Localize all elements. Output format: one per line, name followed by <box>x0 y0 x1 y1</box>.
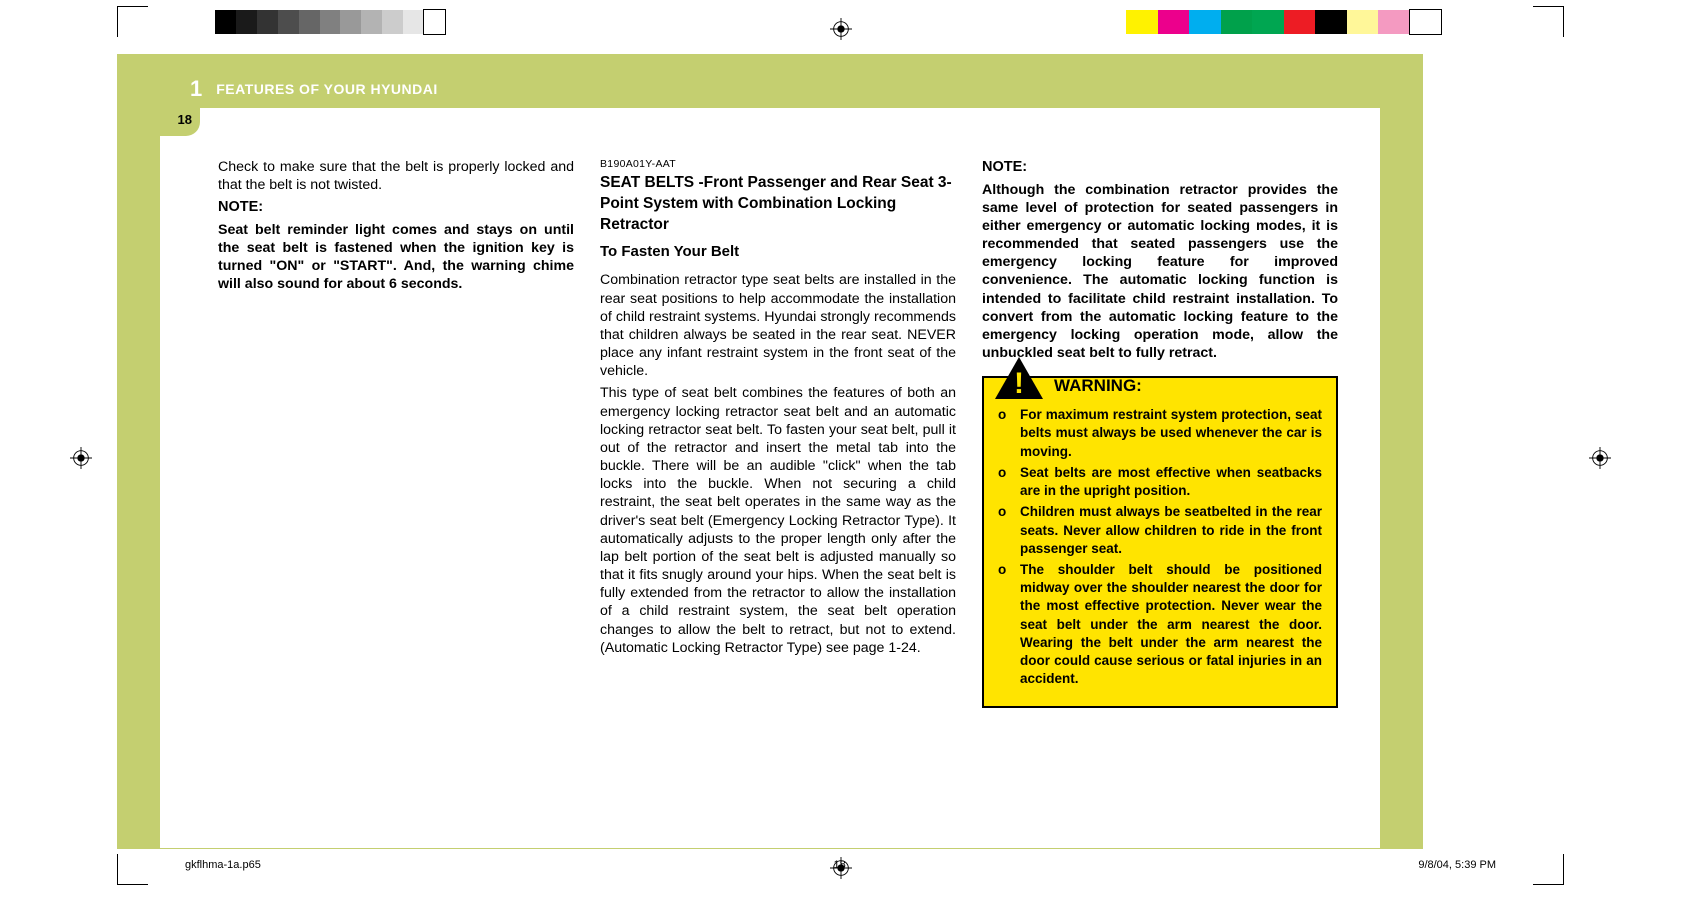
warning-item: oFor maximum restraint system protection… <box>998 406 1322 461</box>
footer-page: 18 <box>833 859 845 871</box>
column-1: Check to make sure that the belt is prop… <box>218 158 574 708</box>
warning-title: WARNING: <box>1054 375 1142 400</box>
printer-marks <box>0 10 1681 44</box>
page-number: 18 <box>160 108 200 136</box>
content-columns: Check to make sure that the belt is prop… <box>218 158 1338 708</box>
column-3: NOTE: Although the combination retractor… <box>982 158 1338 708</box>
crop-mark-br <box>1533 854 1564 885</box>
chapter-number: 1 <box>160 76 210 102</box>
color-bar <box>1126 10 1441 34</box>
col1-p1: Check to make sure that the belt is prop… <box>218 158 574 194</box>
footer-file: gkflhma-1a.p65 <box>185 859 261 871</box>
warning-triangle-icon: ! <box>994 356 1044 400</box>
col3-note-label: NOTE: <box>982 158 1338 177</box>
registration-mark-right <box>1589 447 1611 469</box>
registration-mark-left <box>70 447 92 469</box>
warning-item: oThe shoulder belt should be positioned … <box>998 561 1322 689</box>
chapter-title: FEATURES OF YOUR HYUNDAI <box>216 81 438 97</box>
grayscale-bar <box>215 10 445 34</box>
col2-p1: Combination retractor type seat belts ar… <box>600 271 956 380</box>
svg-text:!: ! <box>1014 367 1024 400</box>
column-2: B190A01Y-AAT SEAT BELTS -Front Passenger… <box>600 158 956 708</box>
chapter-header: 1 FEATURES OF YOUR HYUNDAI <box>160 70 438 108</box>
warning-item: oSeat belts are most effective when seat… <box>998 464 1322 500</box>
col2-heading: SEAT BELTS -Front Passenger and Rear Sea… <box>600 173 956 236</box>
warning-list: oFor maximum restraint system protection… <box>998 406 1322 688</box>
col1-note-body: Seat belt reminder light comes and stays… <box>218 221 574 294</box>
footer: gkflhma-1a.p65 18 9/8/04, 5:39 PM <box>185 859 1496 871</box>
warning-box: ! WARNING: oFor maximum restraint system… <box>982 376 1338 707</box>
crop-mark-bl <box>117 854 148 885</box>
section-code: B190A01Y-AAT <box>600 158 956 171</box>
col2-subheading: To Fasten Your Belt <box>600 242 956 261</box>
col3-note-body: Although the combination retractor provi… <box>982 181 1338 363</box>
warning-item: oChildren must always be seatbelted in t… <box>998 503 1322 558</box>
col1-note-label: NOTE: <box>218 198 574 217</box>
col2-p2: This type of seat belt combines the feat… <box>600 384 956 657</box>
footer-datetime: 9/8/04, 5:39 PM <box>1418 859 1496 871</box>
